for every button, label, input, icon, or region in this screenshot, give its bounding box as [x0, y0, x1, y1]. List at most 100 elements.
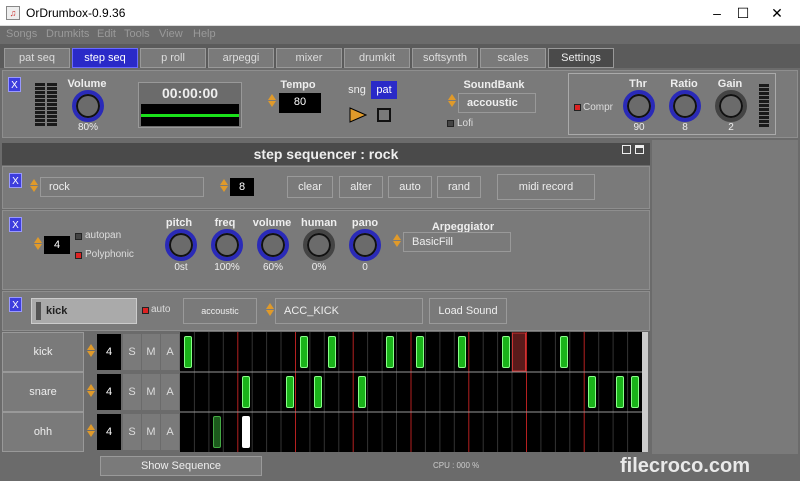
steps-value[interactable]: 8 — [230, 178, 254, 196]
kick-auto-button[interactable]: A — [161, 334, 179, 370]
clear-button[interactable]: clear — [287, 176, 333, 198]
tab-settings[interactable]: Settings — [548, 48, 614, 68]
autopan-checkbox[interactable] — [75, 233, 82, 240]
instrument-close-button[interactable]: X — [9, 297, 22, 312]
track-row-kick[interactable]: kick — [2, 332, 84, 372]
ohh-auto-button[interactable]: A — [161, 414, 179, 450]
snare-step-32[interactable] — [631, 376, 639, 408]
tab-drumkit[interactable]: drumkit — [344, 48, 410, 68]
kick-solo-button[interactable]: S — [123, 334, 141, 370]
menu-songs[interactable]: Songs — [6, 28, 37, 40]
close-window-button[interactable]: ✕ — [754, 0, 800, 26]
arpeggiator-spinner[interactable] — [392, 233, 401, 251]
auto-checkbox[interactable] — [142, 307, 149, 314]
undock-icon[interactable] — [622, 145, 631, 154]
freq-knob[interactable] — [211, 229, 243, 261]
instrument-bank-button[interactable]: accoustic — [183, 298, 257, 324]
tab-step-seq[interactable]: step seq — [72, 48, 138, 68]
snare-step-31[interactable] — [616, 376, 624, 408]
pano-knob[interactable] — [349, 229, 381, 261]
compressor-checkbox[interactable] — [574, 104, 581, 111]
restore-icon[interactable] — [635, 145, 644, 154]
tempo-spinner[interactable] — [267, 93, 276, 111]
menu-drumkits[interactable]: Drumkits — [46, 28, 89, 40]
pattern-name-field[interactable]: rock — [40, 177, 204, 197]
snare-velocity-spinner[interactable] — [86, 383, 95, 401]
tab-arpeggi[interactable]: arpeggi — [208, 48, 274, 68]
auto-button[interactable]: auto — [388, 176, 432, 198]
volume-knob[interactable] — [72, 90, 104, 122]
soundbank-select[interactable]: accoustic — [458, 93, 536, 113]
pattern-close-button[interactable]: X — [9, 173, 22, 188]
kick-mute-button[interactable]: M — [142, 334, 160, 370]
menu-edit[interactable]: Edit — [97, 28, 116, 40]
snare-step-10[interactable] — [314, 376, 322, 408]
soundbank-spinner[interactable] — [447, 93, 456, 111]
ohh-velocity[interactable]: 4 — [97, 414, 121, 450]
ohh-step-5[interactable] — [242, 416, 250, 448]
alter-button[interactable]: alter — [339, 176, 383, 198]
kick-velocity[interactable]: 4 — [97, 334, 121, 370]
snare-step-5[interactable] — [242, 376, 250, 408]
pitch-knob[interactable] — [165, 229, 197, 261]
snare-step-29[interactable] — [588, 376, 596, 408]
tab-mixer[interactable]: mixer — [276, 48, 342, 68]
ohh-mute-button[interactable]: M — [142, 414, 160, 450]
step-area[interactable] — [180, 332, 642, 452]
instrument-name-field[interactable]: kick — [31, 298, 137, 324]
sample-select[interactable]: ACC_KICK — [275, 298, 423, 324]
rand-button[interactable]: rand — [437, 176, 481, 198]
kick-step-17[interactable] — [416, 336, 424, 368]
kick-step-27[interactable] — [560, 336, 568, 368]
menu-help[interactable]: Help — [193, 28, 216, 40]
snare-step-13[interactable] — [358, 376, 366, 408]
steps-spinner[interactable] — [219, 178, 228, 196]
menu-tools[interactable]: Tools — [124, 28, 150, 40]
kick-step-15[interactable] — [386, 336, 394, 368]
tab-scales[interactable]: scales — [480, 48, 546, 68]
track-row-snare[interactable]: snare — [2, 372, 84, 412]
ohh-solo-button[interactable]: S — [123, 414, 141, 450]
params-close-button[interactable]: X — [9, 217, 22, 232]
arpeggiator-select[interactable]: BasicFill — [403, 232, 511, 252]
snare-auto-button[interactable]: A — [161, 374, 179, 410]
pattern-mode-button[interactable]: pat — [371, 81, 397, 99]
kick-step-11[interactable] — [328, 336, 336, 368]
midi-record-button[interactable]: midi record — [497, 174, 595, 200]
tab-softsynth[interactable]: softsynth — [412, 48, 478, 68]
sample-spinner[interactable] — [265, 302, 274, 320]
kick-step-9[interactable] — [300, 336, 308, 368]
lofi-checkbox[interactable] — [447, 120, 454, 127]
snare-velocity[interactable]: 4 — [97, 374, 121, 410]
volume-param-knob[interactable] — [257, 229, 289, 261]
pattern-spinner[interactable] — [29, 178, 38, 196]
tab-pat-seq[interactable]: pat seq — [4, 48, 70, 68]
kick-step-20[interactable] — [458, 336, 466, 368]
ohh-velocity-spinner[interactable] — [86, 423, 95, 441]
grid-scrollbar[interactable] — [642, 332, 648, 452]
snare-mute-button[interactable]: M — [142, 374, 160, 410]
song-mode-button[interactable]: sng — [345, 81, 369, 99]
human-knob[interactable] — [303, 229, 335, 261]
kick-velocity-spinner[interactable] — [86, 343, 95, 361]
thr-knob[interactable] — [623, 90, 655, 122]
ohh-step-3[interactable] — [213, 416, 221, 448]
transport-close-button[interactable]: X — [8, 77, 21, 92]
kick-step-23[interactable] — [502, 336, 510, 368]
gain-knob[interactable] — [715, 90, 747, 122]
voices-spinner[interactable] — [33, 236, 42, 254]
polyphonic-checkbox[interactable] — [75, 252, 82, 259]
tab-p-roll[interactable]: p roll — [140, 48, 206, 68]
track-row-ohh[interactable]: ohh — [2, 412, 84, 452]
play-icon[interactable] — [349, 107, 367, 123]
tempo-value[interactable]: 80 — [279, 93, 321, 113]
stop-icon[interactable] — [377, 108, 391, 122]
ratio-knob[interactable] — [669, 90, 701, 122]
show-sequence-button[interactable]: Show Sequence — [100, 456, 262, 476]
voices-value[interactable]: 4 — [44, 236, 70, 254]
kick-step-1[interactable] — [184, 336, 192, 368]
snare-step-8[interactable] — [286, 376, 294, 408]
load-sound-button[interactable]: Load Sound — [429, 298, 507, 324]
snare-solo-button[interactable]: S — [123, 374, 141, 410]
menu-view[interactable]: View — [159, 28, 183, 40]
